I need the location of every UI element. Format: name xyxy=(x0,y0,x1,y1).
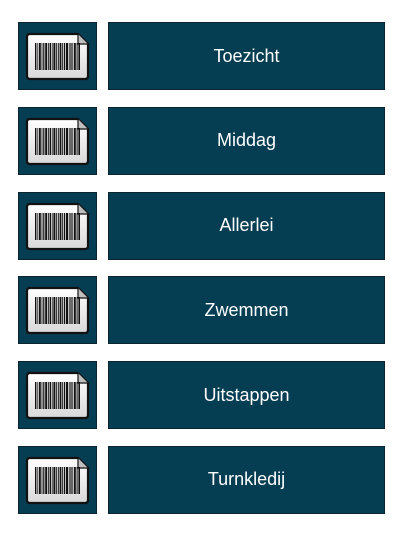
barcode-card-icon xyxy=(24,454,92,506)
category-row-turnkledij: Turnkledij xyxy=(18,445,385,514)
category-row-allerlei: Allerlei xyxy=(18,191,385,260)
scan-button-turnkledij[interactable] xyxy=(18,445,97,514)
barcode-card-icon xyxy=(24,30,92,82)
category-row-toezicht: Toezicht xyxy=(18,22,385,90)
category-button-allerlei[interactable]: Allerlei xyxy=(108,191,385,260)
category-row-uitstappen: Uitstappen xyxy=(18,361,385,430)
scan-button-toezicht[interactable] xyxy=(18,22,97,90)
scan-button-middag[interactable] xyxy=(18,106,97,175)
barcode-card-icon xyxy=(24,369,92,421)
category-row-middag: Middag xyxy=(18,106,385,175)
barcode-card-icon xyxy=(24,200,92,252)
category-list: Toezicht Middag Allerlei Zwemmen Uitstap… xyxy=(18,22,385,531)
scan-button-zwemmen[interactable] xyxy=(18,276,97,345)
barcode-card-icon xyxy=(24,284,92,336)
category-button-toezicht[interactable]: Toezicht xyxy=(108,22,385,90)
category-button-turnkledij[interactable]: Turnkledij xyxy=(108,445,385,514)
category-button-uitstappen[interactable]: Uitstappen xyxy=(108,361,385,430)
scan-button-uitstappen[interactable] xyxy=(18,361,97,430)
category-button-zwemmen[interactable]: Zwemmen xyxy=(108,276,385,345)
category-row-zwemmen: Zwemmen xyxy=(18,276,385,345)
category-button-middag[interactable]: Middag xyxy=(108,106,385,175)
scan-button-allerlei[interactable] xyxy=(18,191,97,260)
barcode-card-icon xyxy=(24,115,92,167)
